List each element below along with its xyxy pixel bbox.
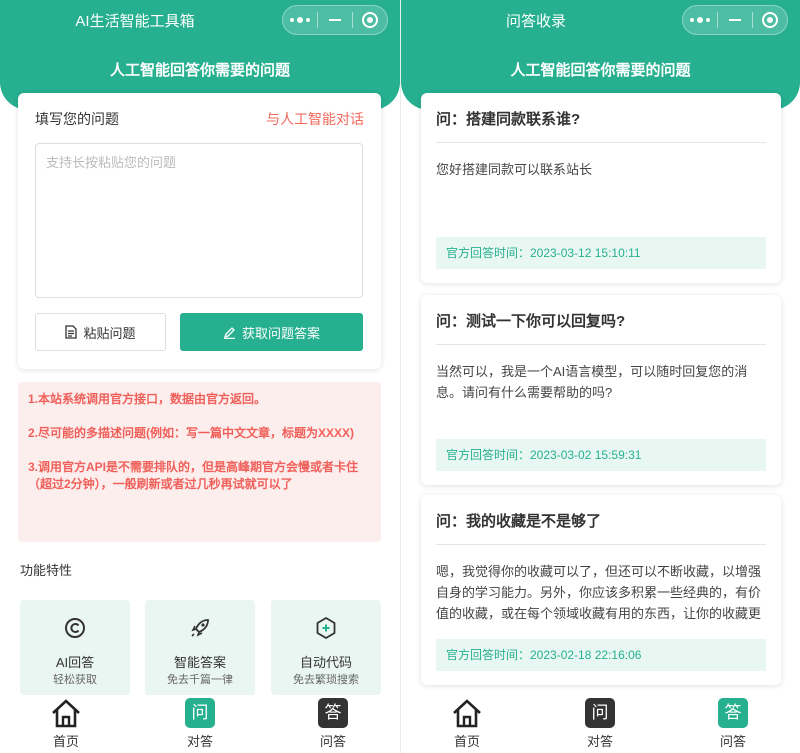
get-answer-label: 获取问题答案 xyxy=(241,325,320,341)
feature-ai-answer[interactable]: AI回答 轻松获取 xyxy=(20,600,130,695)
question-input[interactable] xyxy=(35,143,363,298)
get-answer-button[interactable]: 获取问题答案 xyxy=(180,313,363,351)
qa-screen: 问答收录 人工智能回答你需要的问题 问：搭建同款联系谁? 您好搭建同款可以联系站… xyxy=(401,0,800,753)
notice-item: 1.本站系统调用官方接口，数据由官方返回。 xyxy=(28,392,267,406)
question-card: 填写您的问题 与人工智能对话 粘贴问题 获取问题答案 xyxy=(18,93,381,369)
close-button[interactable] xyxy=(353,6,387,34)
feature-desc: 轻松获取 xyxy=(53,674,97,686)
edit-icon xyxy=(223,326,235,339)
tab-bar: 首页 问 对答 答 问答 xyxy=(401,695,800,753)
question-label: 填写您的问题 xyxy=(35,111,119,127)
home-icon xyxy=(453,699,481,728)
feature-desc: 免去千篇一律 xyxy=(167,674,233,686)
feature-name: AI回答 xyxy=(55,655,95,670)
chat-with-ai-link[interactable]: 与人工智能对话 xyxy=(266,109,364,129)
rocket-icon xyxy=(191,619,209,637)
feature-desc: 免去繁琐搜索 xyxy=(293,674,359,686)
tab-label: 问答 xyxy=(319,734,346,749)
feature-name: 智能答案 xyxy=(173,655,226,670)
more-dots-icon xyxy=(290,17,310,23)
qa-time: 官方回答时间：2023-03-02 15:59:31 xyxy=(436,439,766,471)
notice-box: 1.本站系统调用官方接口，数据由官方返回。 2.尽可能的多描述问题(例如：写一篇… xyxy=(18,382,381,542)
more-button[interactable] xyxy=(683,6,717,34)
window-title: AI生活智能工具箱 xyxy=(75,13,195,30)
qa-card[interactable]: 问：测试一下你可以回复吗? 当然可以，我是一个AI语言模型，可以随时回复您的消息… xyxy=(421,295,781,485)
tab-label: 首页 xyxy=(52,734,79,749)
minimize-button[interactable] xyxy=(318,6,352,34)
qa-card[interactable]: 问：我的收藏是不是够了 嗯，我觉得你的收藏可以了，但还可以不断收藏，以增强自身的… xyxy=(421,495,781,685)
tab-qa[interactable]: 答 问答 xyxy=(693,695,773,753)
notice-item: 2.尽可能的多描述问题(例如：写一篇中文文章，标题为XXXX) xyxy=(28,426,355,440)
feature-smart-answer[interactable]: 智能答案 免去千篇一律 xyxy=(145,600,255,695)
paste-question-button[interactable]: 粘贴问题 xyxy=(35,313,166,351)
close-button[interactable] xyxy=(753,6,787,34)
feature-name: 自动代码 xyxy=(299,655,352,670)
qa-time: 官方回答时间：2023-03-12 15:10:11 xyxy=(436,237,766,269)
answer-icon: 答 xyxy=(718,698,748,728)
question-icon: 问 xyxy=(185,698,215,728)
more-button[interactable] xyxy=(283,6,317,34)
tab-label: 对答 xyxy=(586,734,613,749)
tab-bar: 首页 问 对答 答 问答 xyxy=(0,695,400,753)
document-icon xyxy=(65,325,78,339)
tab-chat[interactable]: 问 对答 xyxy=(160,695,240,753)
tab-label: 问答 xyxy=(719,734,746,749)
qa-time: 官方回答时间：2023-02-18 22:16:06 xyxy=(436,639,766,671)
minus-icon xyxy=(729,19,741,21)
qa-answer: 当然可以，我是一个AI语言模型，可以随时回复您的消息。请问有什么需要帮助的吗? xyxy=(436,364,748,400)
question-icon: 问 xyxy=(585,698,615,728)
target-icon xyxy=(762,12,778,28)
minus-icon xyxy=(329,19,341,21)
tab-label: 对答 xyxy=(186,734,213,749)
more-dots-icon xyxy=(690,17,710,23)
miniprogram-capsule xyxy=(682,5,788,35)
target-icon xyxy=(362,12,378,28)
feature-auto-code[interactable]: 自动代码 免去繁琐搜索 xyxy=(271,600,381,695)
qa-answer: 您好搭建同款可以联系站长 xyxy=(436,162,593,177)
paste-button-label: 粘贴问题 xyxy=(83,325,136,341)
tab-home[interactable]: 首页 xyxy=(26,695,106,753)
tab-qa[interactable]: 答 问答 xyxy=(293,695,373,753)
qa-question: 问：搭建同款联系谁? xyxy=(436,111,581,128)
minimize-button[interactable] xyxy=(718,6,752,34)
page-subtitle: 人工智能回答你需要的问题 xyxy=(510,62,691,79)
qa-question: 问：我的收藏是不是够了 xyxy=(436,513,602,530)
qa-card[interactable]: 问：搭建同款联系谁? 您好搭建同款可以联系站长 官方回答时间：2023-03-1… xyxy=(421,93,781,283)
miniprogram-capsule xyxy=(282,5,388,35)
answer-icon: 答 xyxy=(318,698,348,728)
copyright-c-icon xyxy=(65,618,85,638)
qa-question: 问：测试一下你可以回复吗? xyxy=(436,313,626,330)
page-subtitle: 人工智能回答你需要的问题 xyxy=(109,62,290,79)
qa-answer: 嗯，我觉得你的收藏可以了，但还可以不断收藏，以增强自身的学习能力。另外，你应该多… xyxy=(436,564,762,621)
home-screen: AI生活智能工具箱 人工智能回答你需要的问题 填写您的问题 与人工智能对话 粘贴… xyxy=(0,0,400,753)
tab-home[interactable]: 首页 xyxy=(427,695,507,753)
notice-item: 3.调用官方API是不需要排队的，但是高峰期官方会慢或者卡住（超过2分钟），一般… xyxy=(28,460,359,491)
tab-label: 首页 xyxy=(453,734,480,749)
home-icon xyxy=(52,699,80,728)
window-title: 问答收录 xyxy=(505,13,566,30)
hex-plus-icon xyxy=(316,616,336,640)
tab-chat[interactable]: 问 对答 xyxy=(560,695,640,753)
features-heading: 功能特性 xyxy=(20,563,73,578)
